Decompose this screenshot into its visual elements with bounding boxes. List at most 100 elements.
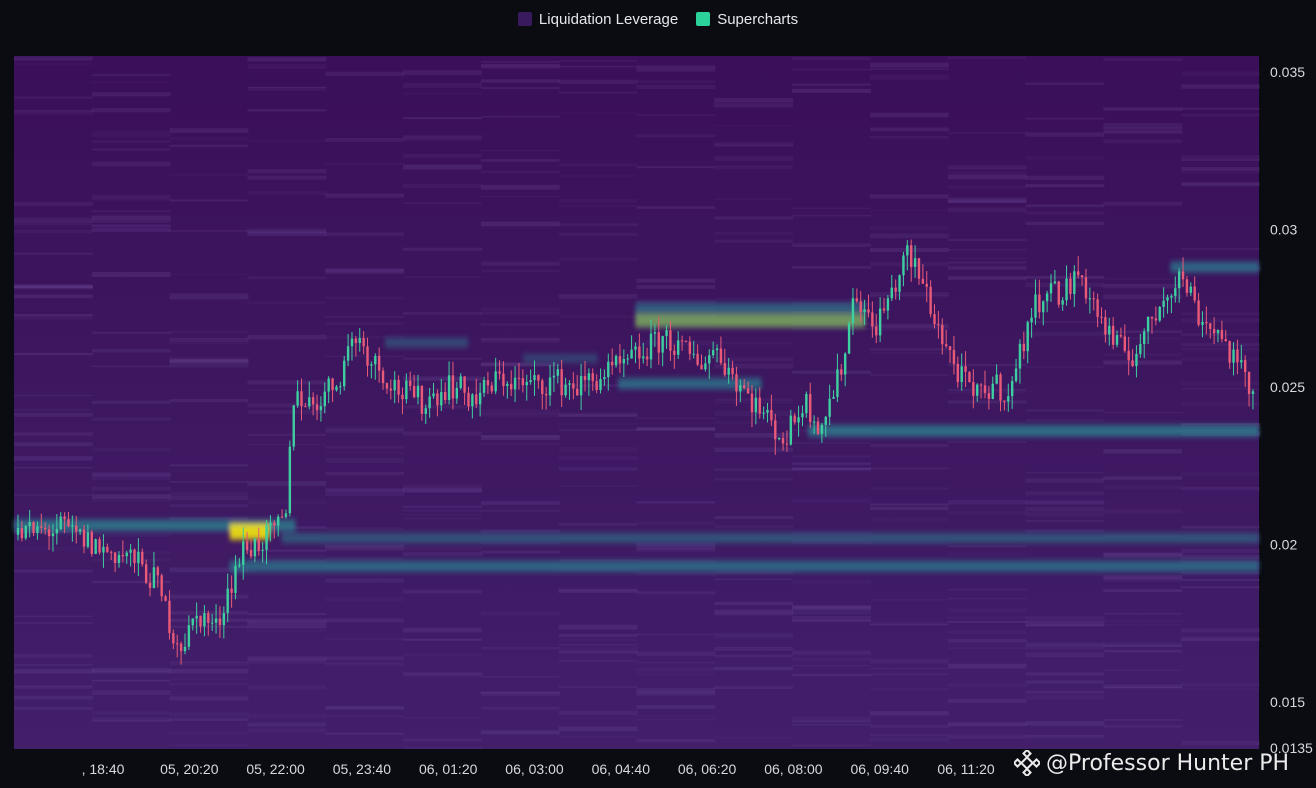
heatmap-texture-band — [558, 163, 638, 167]
heatmap-texture-band — [91, 161, 171, 167]
heatmap-texture-band — [714, 516, 794, 520]
candle-body-268 — [1057, 281, 1060, 305]
heatmap-texture-band — [636, 134, 716, 138]
heatmap-texture-band — [558, 589, 638, 593]
heatmap-texture-band — [636, 417, 716, 419]
candle-body-183 — [727, 367, 730, 375]
candle-body-72 — [296, 391, 299, 406]
heatmap-texture-band — [792, 619, 871, 622]
candle-body-222 — [878, 308, 882, 336]
candle-body-25 — [113, 552, 117, 564]
candle-body-304 — [1197, 300, 1200, 325]
candle-body-75 — [308, 397, 311, 407]
heatmap-texture-band — [1181, 183, 1260, 186]
heatmap-texture-band — [403, 653, 482, 656]
candle-body-149 — [595, 381, 598, 391]
heatmap-texture-band — [14, 96, 93, 99]
heatmap-texture-band — [14, 615, 93, 618]
candle-body-235 — [929, 286, 932, 315]
heatmap-texture-band — [247, 409, 327, 414]
heatmap-texture-band — [169, 683, 249, 685]
heatmap-texture-band — [947, 608, 1027, 613]
heatmap-texture-band — [947, 207, 1027, 213]
candle-body-217 — [859, 301, 862, 313]
heatmap-texture-band — [1025, 674, 1105, 677]
candle-body-116 — [467, 392, 470, 407]
heatmap-texture-band — [636, 672, 716, 677]
candle-body-148 — [591, 373, 594, 382]
heatmap-texture-band — [558, 726, 638, 732]
candle-body-30 — [133, 549, 136, 564]
heatmap-texture-band — [247, 140, 327, 142]
heatmap-texture-band — [636, 571, 716, 576]
candle-body-317 — [1247, 372, 1251, 394]
candle-body-83 — [339, 386, 342, 388]
heatmap-texture-band — [403, 552, 482, 557]
candle-body-172 — [684, 340, 688, 342]
x-tick-label: 06, 08:00 — [764, 761, 823, 777]
heatmap-texture-band — [714, 646, 794, 649]
heatmap-texture-band — [1181, 347, 1260, 351]
heatmap-texture-band — [636, 340, 716, 346]
candle-body-124 — [498, 371, 501, 374]
candle-body-169 — [673, 350, 676, 355]
candle-body-95 — [385, 383, 389, 389]
candle-body-123 — [494, 371, 497, 392]
candle-body-82 — [335, 386, 338, 391]
heatmap-texture-band — [169, 273, 249, 275]
candle-body-27 — [121, 554, 125, 557]
candle-body-294 — [1158, 306, 1161, 321]
heatmap-texture-band — [480, 691, 560, 696]
heatmap-texture-band — [169, 356, 249, 360]
candle-body-251 — [991, 383, 994, 399]
candle-body-37 — [160, 575, 163, 597]
liquidation-heatmap-chart[interactable]: 0.0350.030.0250.020.0150.0135 , 18:40 05,… — [0, 0, 1316, 788]
heatmap-texture-band — [480, 646, 560, 650]
candle-body-293 — [1154, 318, 1158, 321]
candle-body-99 — [401, 394, 404, 400]
heatmap-texture-band — [403, 202, 482, 204]
candle-body-198 — [785, 443, 789, 445]
heatmap-texture-band — [947, 620, 1027, 624]
heatmap-texture-band — [1181, 167, 1260, 172]
heatmap-texture-band — [91, 486, 171, 491]
heatmap-texture-band — [91, 400, 171, 404]
candle-body-66 — [273, 522, 276, 526]
candle-body-279 — [1100, 316, 1103, 318]
heatmap-texture-band — [1181, 343, 1260, 347]
candle-body-122 — [490, 385, 493, 392]
heatmap-texture-band — [247, 499, 327, 501]
heatmap-texture-band — [1103, 353, 1183, 356]
heatmap-texture-band — [558, 646, 638, 650]
candle-body-73 — [300, 391, 303, 407]
candle-body-238 — [941, 324, 944, 345]
heatmap-texture-band — [169, 668, 249, 674]
candle-body-131 — [525, 382, 528, 386]
heatmap-texture-band — [1103, 725, 1183, 728]
candle-body-289 — [1139, 343, 1142, 354]
heatmap-texture-band — [169, 464, 249, 467]
candle-body-250 — [987, 393, 991, 399]
heatmap-texture-band — [558, 423, 638, 425]
heatmap-texture-band — [1025, 721, 1105, 726]
candle-body-176 — [700, 364, 703, 370]
heatmap-texture-band — [14, 664, 93, 666]
candle-body-243 — [960, 366, 963, 383]
heatmap-texture-band — [480, 501, 560, 505]
y-tick-label: 0.015 — [1270, 694, 1305, 710]
candle-body-246 — [972, 382, 975, 396]
heatmap-texture-band — [403, 738, 482, 742]
candle-body-189 — [750, 393, 754, 413]
heatmap-texture-band — [480, 730, 560, 735]
heatmap-texture-band — [325, 445, 405, 449]
heatmap-texture-band — [1181, 357, 1260, 361]
candle-body-102 — [412, 385, 416, 398]
candle-body-162 — [645, 356, 649, 360]
heatmap-texture-band — [91, 331, 171, 334]
candle-body-137 — [548, 377, 552, 396]
candle-body-286 — [1127, 350, 1130, 361]
candle-body-157 — [626, 358, 629, 360]
candle-body-248 — [979, 384, 983, 386]
heatmap-texture-band — [169, 678, 249, 680]
heatmap-texture-band — [480, 115, 560, 118]
